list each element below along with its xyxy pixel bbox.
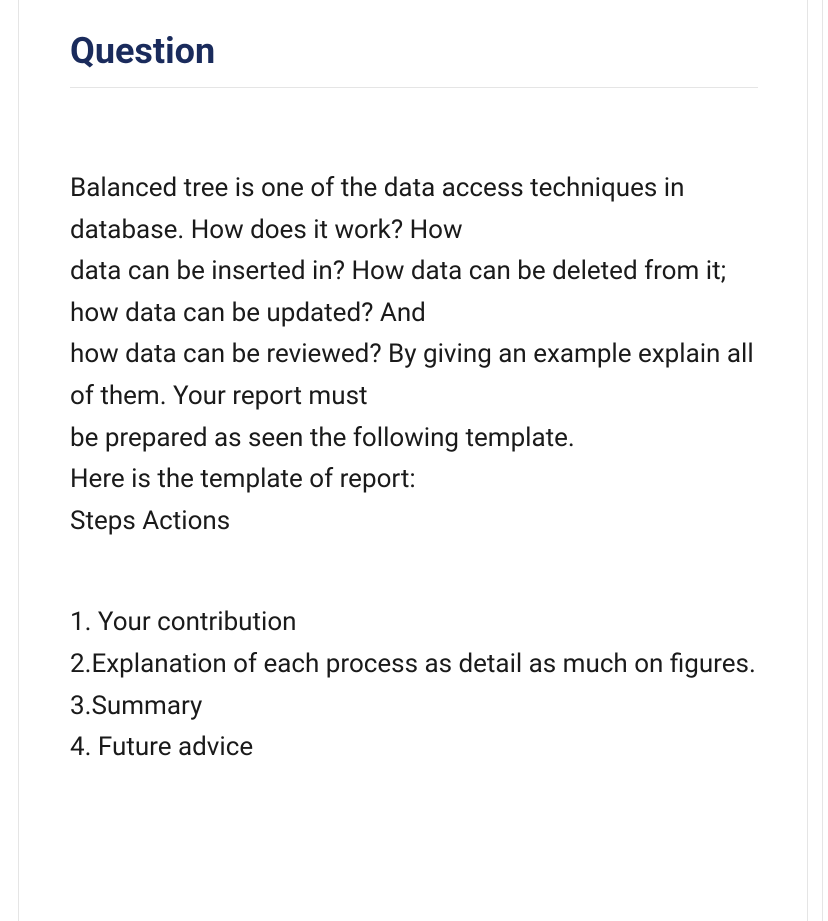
document-content: Question Balanced tree is one of the dat… bbox=[0, 0, 828, 799]
body-line: how data can be reviewed? By giving an e… bbox=[70, 334, 758, 417]
body-line: Steps Actions bbox=[70, 501, 758, 543]
body-line: be prepared as seen the following templa… bbox=[70, 418, 758, 460]
step-item: 3.Summary bbox=[70, 686, 758, 728]
question-heading: Question bbox=[70, 30, 758, 88]
step-item: 4. Future advice bbox=[70, 727, 758, 769]
body-line: Here is the template of report: bbox=[70, 459, 758, 501]
step-item: 1. Your contribution bbox=[70, 602, 758, 644]
body-line: Balanced tree is one of the data access … bbox=[70, 168, 758, 251]
step-item: 2.Explanation of each process as detail … bbox=[70, 644, 758, 686]
body-line: data can be inserted in? How data can be… bbox=[70, 251, 758, 334]
steps-list: 1. Your contribution 2.Explanation of ea… bbox=[70, 602, 758, 768]
question-body: Balanced tree is one of the data access … bbox=[70, 168, 758, 542]
